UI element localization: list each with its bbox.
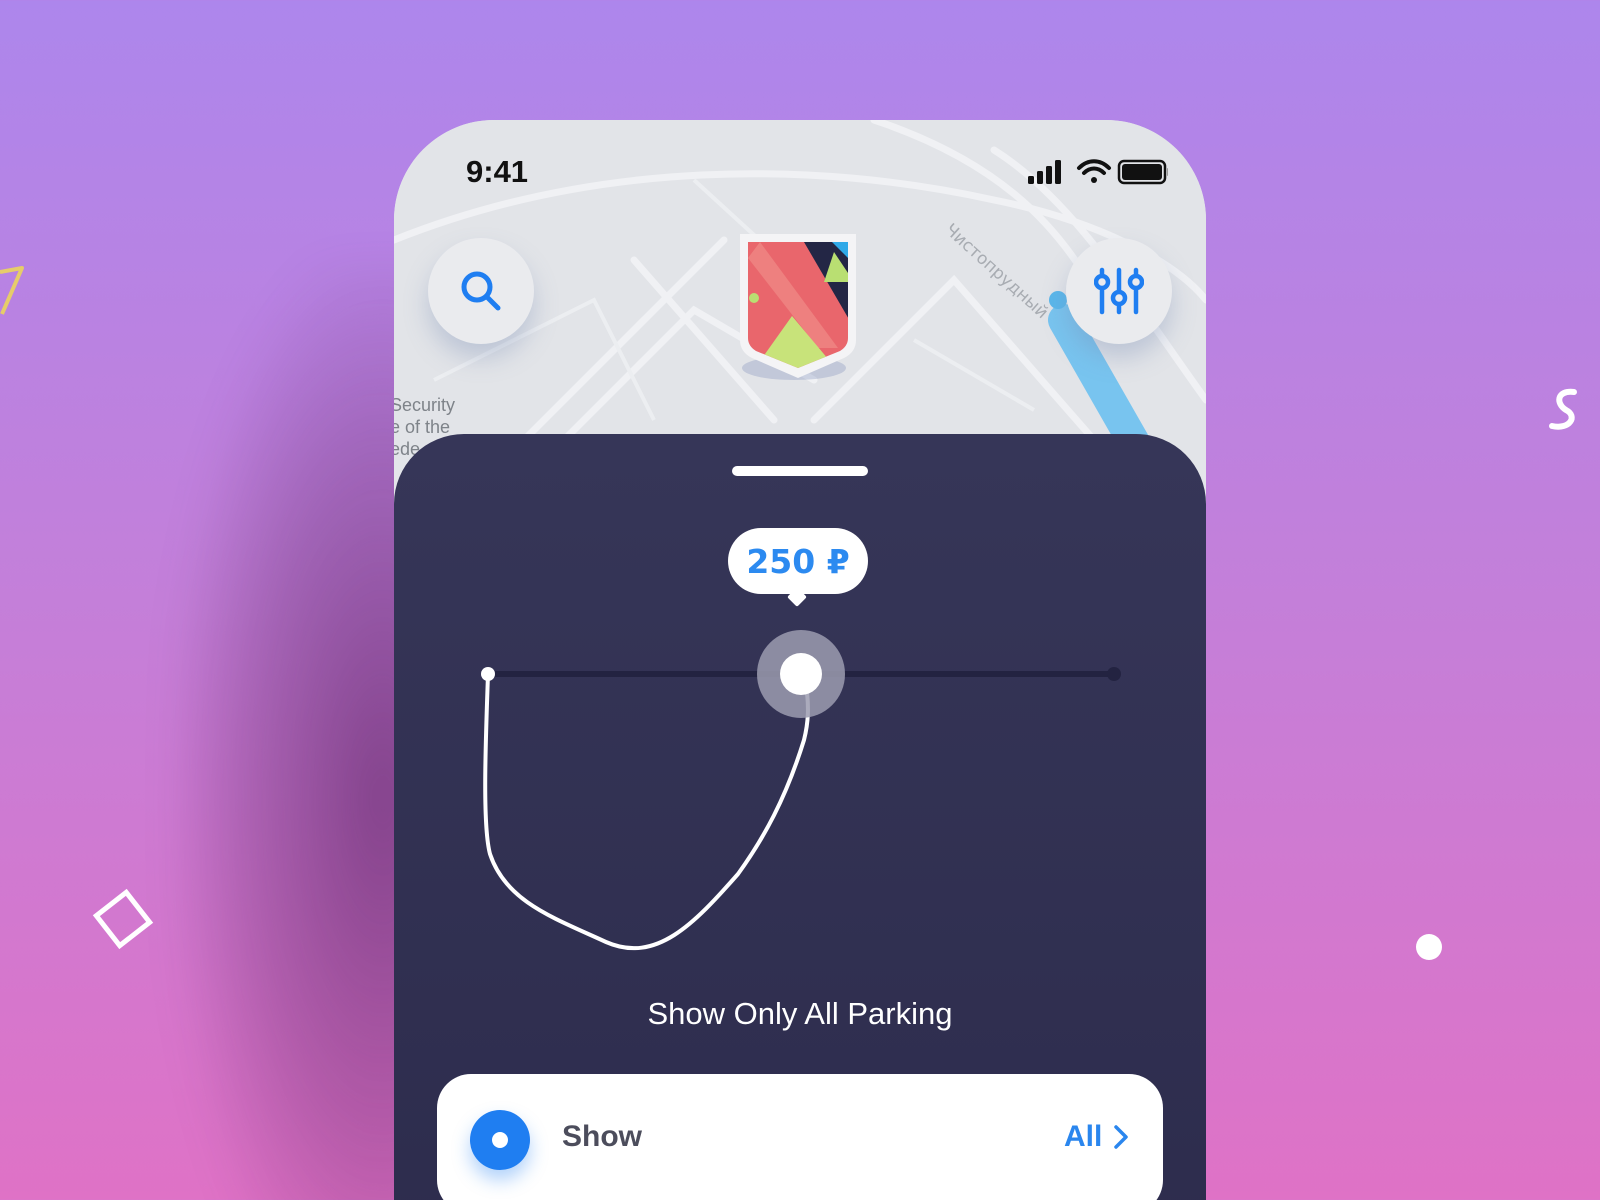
radio-dot — [492, 1132, 508, 1148]
search-button[interactable] — [428, 238, 534, 344]
status-time: 9:41 — [466, 154, 529, 189]
phone-screen: Security e of the ede Чистопрудный 9:41 — [394, 120, 1206, 1200]
squiggle-decoration — [1549, 388, 1577, 430]
sliders-icon — [1094, 267, 1144, 315]
filters-button[interactable] — [1066, 238, 1172, 344]
sheet-title: Show Only All Parking — [647, 996, 953, 1031]
filter-sheet: 250 ₽ Show Only All Parking Show All — [394, 434, 1206, 1200]
wifi-icon — [1077, 159, 1111, 183]
gesture-path — [483, 672, 810, 951]
chevron-right-icon — [1114, 1125, 1129, 1149]
slider-thumb — [780, 653, 822, 695]
map-label-line: Security — [394, 395, 456, 415]
cellular-signal-icon — [1028, 160, 1061, 184]
show-option-row[interactable]: Show All — [437, 1074, 1163, 1200]
price-slider[interactable] — [394, 434, 1206, 994]
triangle-decoration — [0, 266, 24, 315]
status-icons — [1028, 159, 1168, 185]
slider-max-marker — [1107, 667, 1121, 681]
show-label: Show — [562, 1120, 642, 1153]
all-value: All — [1064, 1120, 1103, 1153]
search-icon — [461, 271, 501, 311]
battery-icon — [1117, 159, 1168, 185]
radio-button[interactable] — [470, 1110, 530, 1170]
diamond-decoration — [92, 888, 154, 950]
app-logo — [740, 234, 856, 380]
dot-decoration — [1416, 934, 1442, 960]
all-selector[interactable]: All — [1064, 1120, 1130, 1154]
